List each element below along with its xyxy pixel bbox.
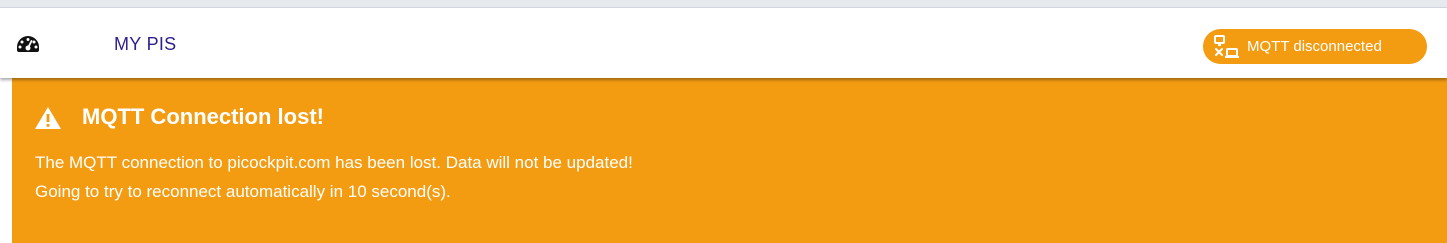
dashboard-gauge-icon[interactable] xyxy=(16,35,40,53)
connection-lost-alert: MQTT Connection lost! The MQTT connectio… xyxy=(12,78,1447,243)
mqtt-status-label: MQTT disconnected xyxy=(1247,38,1382,55)
alert-title: MQTT Connection lost! xyxy=(82,104,324,129)
nav-title-my-pis[interactable]: MY PIS xyxy=(114,34,177,55)
network-disconnected-icon xyxy=(1214,34,1239,58)
alert-message-line-2: Going to try to reconnect automatically … xyxy=(35,182,451,201)
page: MY PIS MQTT disconnected MQTT Connection… xyxy=(0,0,1447,243)
warning-triangle-icon xyxy=(35,107,61,129)
mqtt-status-badge[interactable]: MQTT disconnected xyxy=(1203,29,1427,64)
navbar: MY PIS MQTT disconnected xyxy=(0,8,1447,78)
alert-message-line-1: The MQTT connection to picockpit.com has… xyxy=(35,153,633,172)
browser-top-strip xyxy=(0,0,1447,8)
